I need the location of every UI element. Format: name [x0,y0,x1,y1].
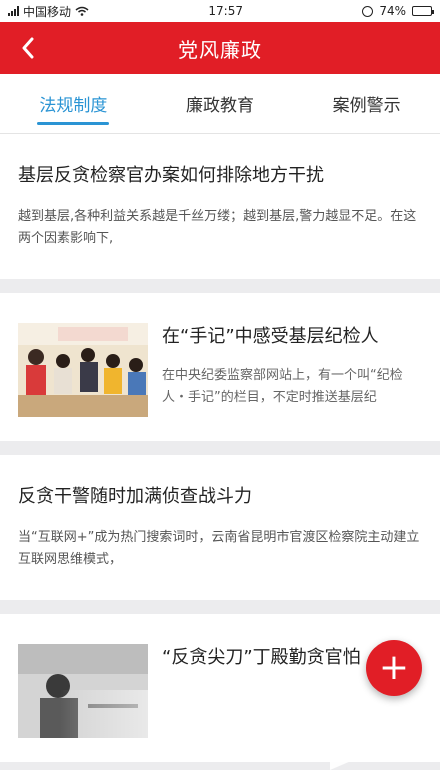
carrier-name: 中国移动 [23,4,72,19]
battery-percent: 74% [379,4,406,18]
tab-case-warnings[interactable]: 案例警示 [293,74,440,133]
wifi-icon [75,6,89,16]
plus-icon: + [378,647,410,688]
article-card[interactable]: 基层反贪检察官办案如何排除地方干扰 越到基层,各种利益关系越是千丝万缕；越到基层… [0,134,440,279]
tab-regulations[interactable]: 法规制度 [0,74,147,133]
add-fab-button[interactable]: + [366,640,422,696]
article-summary: 越到基层,各种利益关系越是千丝万缕；越到基层,警力越显不足。在这两个因素影响下, [18,209,417,246]
chevron-left-icon [22,37,34,59]
article-card[interactable]: 反贪干警随时加满侦查战斗力 当“互联网+”成为热门搜索词时，云南省昆明市官渡区检… [0,455,440,600]
category-tabs: 法规制度 廉政教育 案例警示 [0,74,440,134]
status-time: 17:57 [208,4,243,18]
article-thumbnail [18,323,148,417]
status-right: 74% [362,4,434,18]
battery-icon [412,6,434,16]
article-title: 反贪干警随时加满侦查战斗力 [18,486,252,507]
back-button[interactable] [14,34,42,62]
tab-education[interactable]: 廉政教育 [147,74,294,133]
article-info: 在“手记”中感受基层纪检人 在中央纪委监察部网站上，有一个叫“纪检人・手记”的栏… [162,323,422,441]
page-title: 党风廉政 [178,37,262,62]
article-summary: 在中央纪委监察部网站上，有一个叫“纪检人・手记”的栏目，不定时推送基层纪 [162,368,403,405]
alarm-icon [362,5,374,17]
article-summary: 当“互联网+”成为热门搜索词时，云南省昆明市官渡区检察院主动建立互联网思维模式， [18,530,420,567]
signal-icon [8,6,19,16]
status-bar: 中国移动 17:57 74% [0,0,440,22]
article-thumbnail [18,644,148,738]
article-title: 在“手记”中感受基层纪检人 [162,326,379,347]
status-left: 中国移动 [8,3,89,20]
article-card[interactable]: 在“手记”中感受基层纪检人 在中央纪委监察部网站上，有一个叫“纪检人・手记”的栏… [0,293,440,441]
app-header: 党风廉政 [0,22,440,74]
article-title: 基层反贪检察官办案如何排除地方干扰 [18,165,324,186]
